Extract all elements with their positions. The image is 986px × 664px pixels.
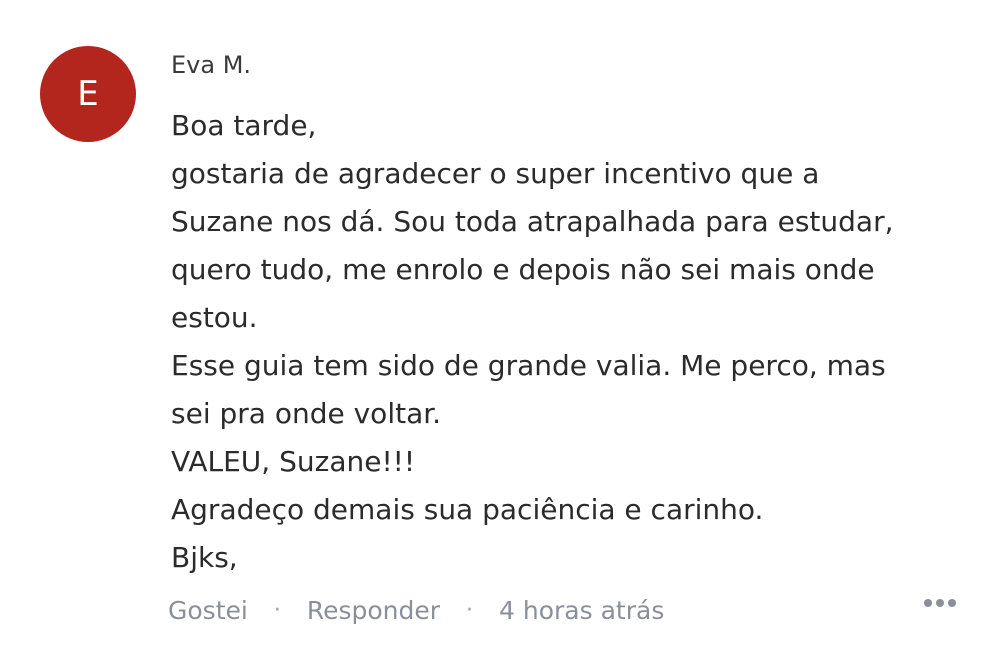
- comment-line: Esse guia tem sido de grande valia. Me p…: [171, 349, 886, 382]
- comment-line: VALEU, Suzane!!!: [171, 445, 416, 478]
- more-dot: [948, 599, 956, 607]
- separator-dot: ·: [273, 598, 281, 623]
- comment-line: Agradeço demais sua paciência e carinho.: [171, 493, 764, 526]
- avatar[interactable]: E: [40, 46, 136, 142]
- comment-line: sei pra onde voltar.: [171, 397, 442, 430]
- comment-line: Boa tarde,: [171, 109, 317, 142]
- comment-body: Boa tarde, gostaria de agradecer o super…: [171, 102, 971, 582]
- avatar-initial: E: [77, 74, 99, 114]
- separator-dot: ·: [466, 598, 474, 623]
- comment-timestamp[interactable]: 4 horas atrás: [499, 596, 664, 625]
- comment-line: Suzane nos dá. Sou toda atrapalhada para…: [171, 205, 894, 238]
- comment-actions: Gostei · Responder · 4 horas atrás: [168, 596, 664, 625]
- reply-button[interactable]: Responder: [307, 596, 440, 625]
- comment-line: gostaria de agradecer o super incentivo …: [171, 157, 820, 190]
- comment-line: estou.: [171, 301, 258, 334]
- more-dot: [924, 599, 932, 607]
- comment-author[interactable]: Eva M.: [171, 51, 251, 79]
- comment-line: quero tudo, me enrolo e depois não sei m…: [171, 253, 875, 286]
- comment-line: Bjks,: [171, 541, 238, 574]
- like-button[interactable]: Gostei: [168, 596, 248, 625]
- more-options-icon[interactable]: [924, 591, 956, 615]
- more-dot: [936, 599, 944, 607]
